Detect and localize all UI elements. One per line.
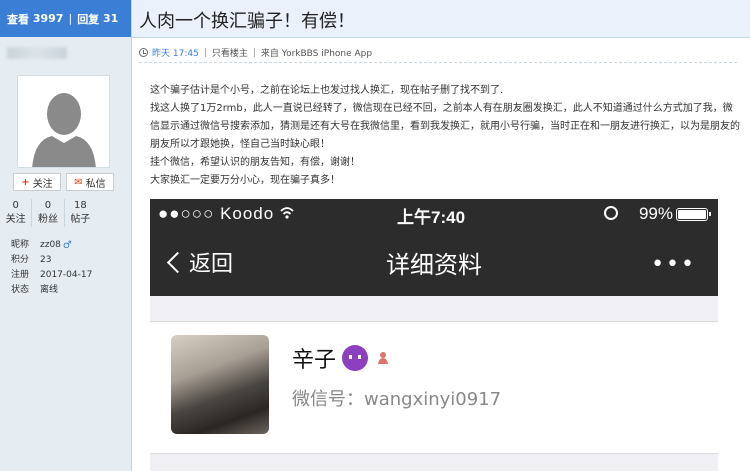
more-icon: ••• — [651, 252, 696, 277]
mail-icon: ✉ — [74, 176, 83, 188]
posts-count[interactable]: 18 帖子 — [65, 199, 96, 227]
profile-photo — [171, 335, 269, 434]
count-label: 粉丝 — [37, 214, 58, 225]
post-paragraph: 这个骗子估计是个小号，之前在论坛上也发过找人换汇，现在帖子删了找不到了. — [150, 85, 504, 96]
nav-title: 详细资料 — [386, 251, 482, 279]
following-count[interactable]: 0 关注 — [0, 199, 33, 227]
info-value: zz08 — [40, 240, 61, 250]
post-paragraph: 大家换汇一定要万分小心，现在骗子真多！ — [150, 175, 340, 186]
clock-icon — [139, 48, 148, 57]
message-button[interactable]: ✉ 私信 — [66, 173, 114, 191]
follow-button[interactable]: + 关注 — [13, 173, 61, 191]
rotation-lock-icon — [604, 206, 618, 220]
female-icon — [378, 352, 389, 364]
info-row-nickname: 昵称 zz08 ♂ — [11, 238, 92, 253]
info-row-status: 状态 离线 — [11, 283, 92, 298]
wechat-profile-screenshot[interactable]: ●●○○○ Koodo 上午7:40 99% 返回 详细资料 ••• 辛子 微信… — [150, 199, 718, 471]
avatar[interactable] — [17, 75, 110, 168]
carrier-text: ●●○○○ Koodo — [158, 204, 275, 223]
post-title: 人肉一个换汇骗子！有偿！ — [139, 11, 355, 32]
meta-separator: | — [252, 47, 256, 58]
count-value: 0 — [44, 200, 52, 211]
info-value: 离线 — [40, 285, 59, 295]
author-info: 昵称 zz08 ♂ 积分 23 注册 2017-04-17 状态 离线 — [11, 238, 92, 298]
blurred-username[interactable] — [7, 47, 67, 59]
post-source: 来自 YorkBBS iPhone App — [260, 49, 373, 59]
post-content: 这个骗子估计是个小号，之前在论坛上也发过找人换汇，现在帖子删了找不到了. 找这人… — [150, 82, 740, 190]
wechat-navbar: 返回 详细资料 ••• — [150, 229, 718, 296]
count-label: 关注 — [5, 214, 26, 225]
info-value: 23 — [40, 255, 52, 265]
profile-nickname: 辛子 — [292, 342, 390, 374]
plus-icon: + — [21, 176, 30, 188]
replies-count: 31 — [103, 12, 119, 25]
info-value: 2017-04-17 — [40, 270, 93, 280]
replies-label: 回复 — [77, 12, 100, 26]
only-author-link[interactable]: 只看楼主 — [212, 46, 248, 59]
post-paragraph: 找这人换了1万2rmb，此人一直说已经转了，微信现在已经不回，之前本人有在朋友圈… — [150, 103, 740, 150]
default-avatar-icon — [32, 93, 96, 167]
divider — [139, 62, 737, 63]
views-label: 查看 — [7, 12, 29, 26]
devil-emoji-icon — [342, 345, 369, 371]
message-label: 私信 — [85, 178, 106, 190]
phone-status-bar: ●●○○○ Koodo 上午7:40 99% — [150, 199, 718, 229]
info-key: 积分 — [11, 255, 30, 265]
info-key: 昵称 — [11, 240, 30, 250]
author-sidebar: 查看 3997 | 回复 31 + 关注 ✉ 私信 0 关注 0 粉丝 18 帖子 昵称 z… — [0, 0, 132, 471]
thread-stats: 查看 3997 | 回复 31 — [0, 0, 131, 37]
meta-separator: | — [203, 47, 207, 58]
wechat-id: 微信号：wangxinyi0917 — [292, 389, 502, 410]
count-value: 0 — [12, 200, 19, 211]
battery-icon — [676, 208, 711, 221]
info-key: 注册 — [11, 270, 30, 280]
stats-separator: | — [68, 12, 73, 25]
profile-card: 辛子 微信号：wangxinyi0917 — [150, 321, 718, 454]
post-meta: 昨天 17:45 | 只看楼主 | 来自 YorkBBS iPhone App — [139, 46, 372, 59]
info-row-points: 积分 23 — [11, 253, 92, 268]
post-paragraph: 挂个微信，希望认识的朋友告知，有偿，谢谢！ — [150, 157, 360, 168]
wifi-icon — [280, 207, 294, 219]
info-key: 状态 — [11, 285, 30, 295]
followers-count[interactable]: 0 粉丝 — [32, 199, 65, 227]
info-row-registered: 注册 2017-04-17 — [11, 268, 92, 283]
male-icon: ♂ — [62, 240, 72, 251]
phone-time: 上午7:40 — [397, 208, 466, 227]
post-main: 人肉一个换汇骗子！有偿！ 昨天 17:45 | 只看楼主 | 来自 YorkBB… — [132, 0, 750, 471]
follow-label: 关注 — [32, 178, 53, 190]
views-count: 3997 — [32, 12, 64, 25]
nickname-text: 辛子 — [292, 348, 337, 373]
title-bar: 人肉一个换汇骗子！有偿！ — [132, 0, 750, 38]
carrier-label: ●●○○○ Koodo — [158, 204, 294, 224]
count-value: 18 — [73, 200, 87, 211]
post-time: 昨天 17:45 — [152, 49, 199, 59]
battery-percent: 99% — [638, 204, 673, 223]
count-label: 帖子 — [70, 214, 91, 225]
author-counts: 0 关注 0 粉丝 18 帖子 — [0, 199, 96, 227]
